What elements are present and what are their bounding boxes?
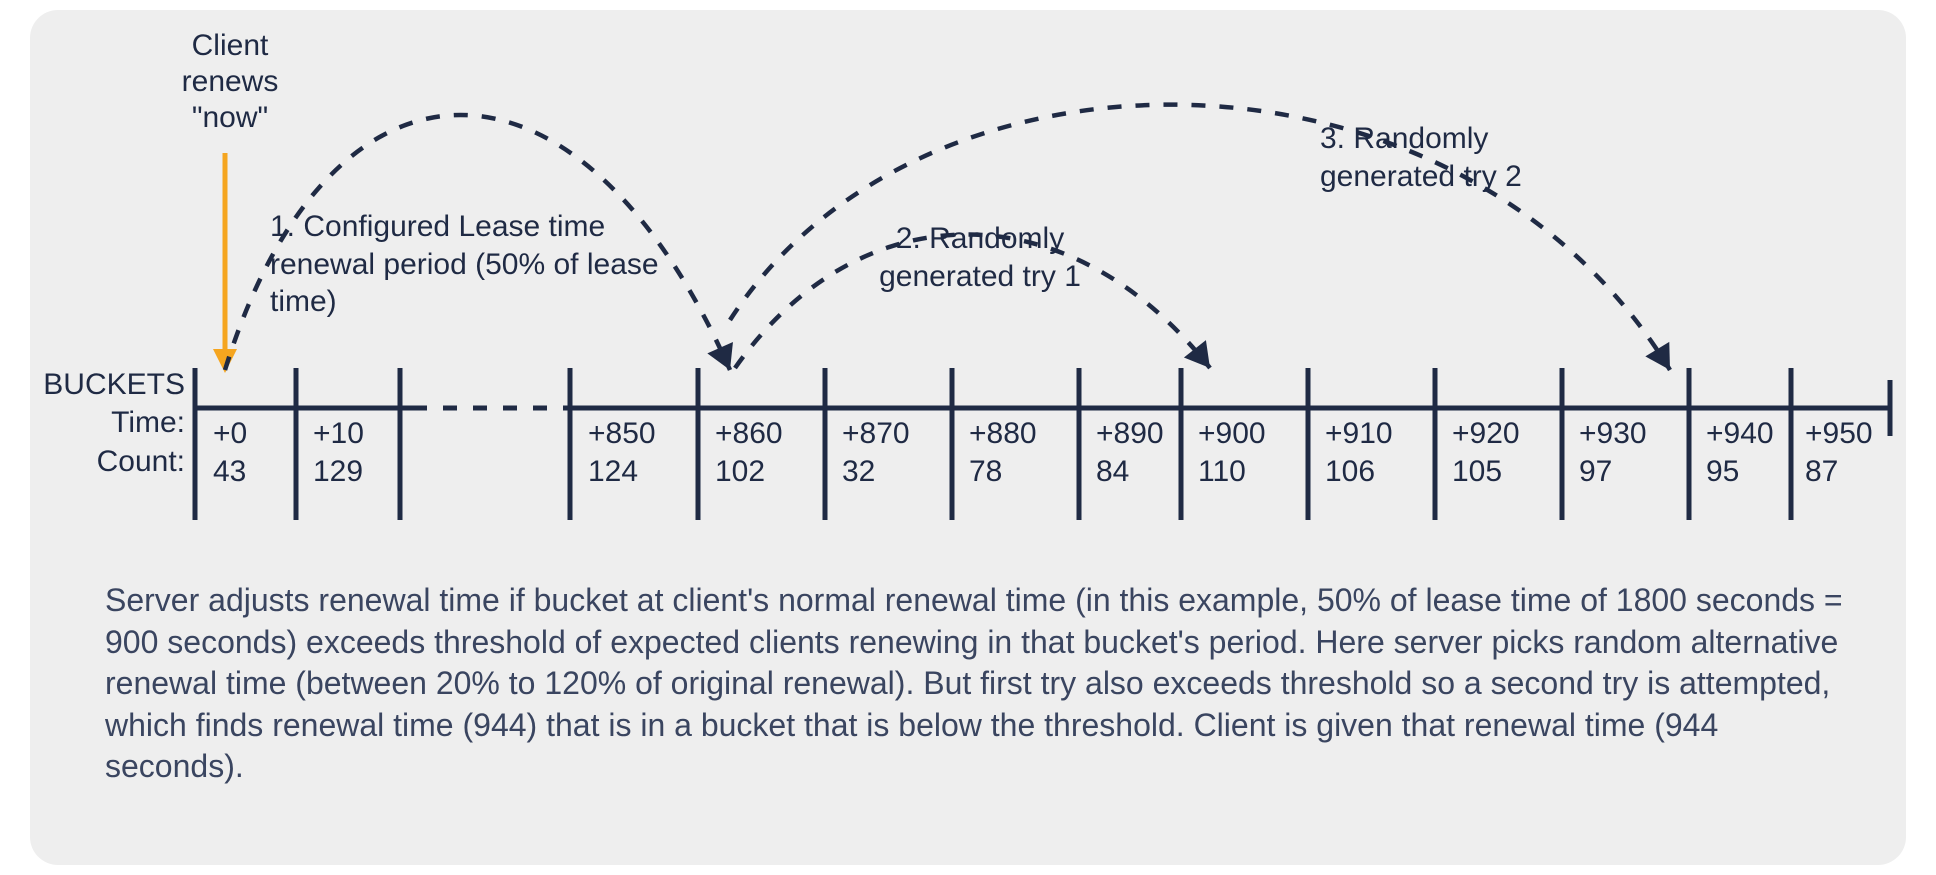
- bucket-count: 97: [1579, 453, 1709, 491]
- bucket-time: +850: [588, 415, 718, 453]
- bucket-count: 87: [1805, 453, 1935, 491]
- bucket-count: 32: [842, 453, 972, 491]
- bucket-cell: +920105: [1452, 415, 1582, 492]
- bucket-cell: +860102: [715, 415, 845, 492]
- bucket-count: 105: [1452, 453, 1582, 491]
- count-label: Count:: [97, 445, 185, 478]
- bucket-time: +920: [1452, 415, 1582, 453]
- bucket-cell: +88078: [969, 415, 1099, 492]
- bucket-count: 124: [588, 453, 718, 491]
- bucket-cell: +95087: [1805, 415, 1935, 492]
- annotation-1-label: 1. Configured Lease time renewal period …: [270, 208, 670, 321]
- bucket-count: 110: [1198, 453, 1328, 491]
- caption-text: Server adjusts renewal time if bucket at…: [105, 580, 1845, 788]
- bucket-time: +870: [842, 415, 972, 453]
- axis-row-labels: BUCKETS Time: Count:: [30, 366, 185, 481]
- bucket-cell: +87032: [842, 415, 972, 492]
- bucket-count: 129: [313, 453, 443, 491]
- buckets-label: BUCKETS: [43, 368, 185, 401]
- bucket-time: +900: [1198, 415, 1328, 453]
- bucket-time: +10: [313, 415, 443, 453]
- bucket-cell: +850124: [588, 415, 718, 492]
- diagram-panel: Clientrenews"now" 1. Configured Lease ti…: [30, 10, 1906, 865]
- annotation-2-label: 2. Randomly generated try 1: [840, 220, 1120, 295]
- client-renews-now-label: Clientrenews"now": [130, 28, 330, 136]
- bucket-cell: +93097: [1579, 415, 1709, 492]
- bucket-time: +950: [1805, 415, 1935, 453]
- time-label: Time:: [111, 406, 185, 439]
- bucket-cell: +910106: [1325, 415, 1455, 492]
- bucket-time: +930: [1579, 415, 1709, 453]
- bucket-count: 102: [715, 453, 845, 491]
- bucket-time: +880: [969, 415, 1099, 453]
- bucket-cell: +10129: [313, 415, 443, 492]
- bucket-count: 78: [969, 453, 1099, 491]
- bucket-count: 106: [1325, 453, 1455, 491]
- bucket-time: +910: [1325, 415, 1455, 453]
- bucket-time: +860: [715, 415, 845, 453]
- annotation-3-label: 3. Randomly generated try 2: [1320, 120, 1630, 195]
- bucket-cell: +900110: [1198, 415, 1328, 492]
